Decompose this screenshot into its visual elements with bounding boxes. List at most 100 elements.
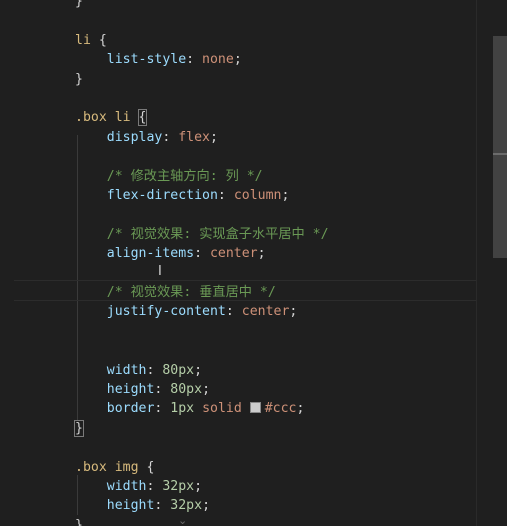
code-token: } xyxy=(75,517,83,526)
code-token: /* 视觉效果: 实现盒子水平居中 */ xyxy=(75,226,329,242)
code-token: column xyxy=(233,188,282,203)
code-token: } xyxy=(75,0,83,9)
code-line[interactable]: justify-content: center; xyxy=(0,302,476,321)
code-token: width xyxy=(75,362,147,378)
color-swatch-icon[interactable] xyxy=(249,402,261,414)
code-line[interactable]: width: 32px; xyxy=(0,477,476,496)
code-token: none xyxy=(202,52,234,68)
code-line-text: display: flex; xyxy=(75,128,218,147)
code-token: .box li xyxy=(75,110,139,126)
code-token: ; xyxy=(233,52,242,68)
code-token: ; xyxy=(210,129,218,145)
code-token: list-style xyxy=(75,52,187,68)
code-token: { xyxy=(137,109,148,127)
code-line-text: height: 32px; xyxy=(75,496,210,515)
vertical-scrollbar[interactable] xyxy=(476,0,507,526)
code-token: 32px xyxy=(162,479,195,494)
code-token: ; xyxy=(194,362,203,378)
code-token: ; xyxy=(281,188,290,203)
code-line[interactable]: } xyxy=(0,419,476,438)
code-line-text: /* 视觉效果: 实现盒子水平居中 */ xyxy=(75,225,329,244)
code-line[interactable] xyxy=(0,11,476,30)
overview-ruler-mark xyxy=(493,153,507,155)
code-line-text: width: 32px; xyxy=(75,477,202,496)
code-token: : xyxy=(162,129,179,145)
code-line[interactable]: width: 80px; xyxy=(0,361,476,380)
code-line[interactable]: align-items: center; xyxy=(0,244,476,263)
code-token: ; xyxy=(194,479,203,494)
code-line-text: border: 1px solid #ccc; xyxy=(75,399,305,418)
code-line-text: .box img { xyxy=(75,458,154,477)
code-line[interactable] xyxy=(0,438,476,457)
code-token: .box img xyxy=(75,459,147,475)
code-line-text: } xyxy=(75,516,83,526)
code-line-text: } xyxy=(75,70,83,89)
code-line[interactable] xyxy=(0,205,476,224)
code-token: : xyxy=(154,498,171,514)
code-line[interactable] xyxy=(0,147,476,166)
code-token: : xyxy=(146,479,163,494)
code-line-text: } xyxy=(74,419,84,438)
code-editor[interactable]: } li { list-style: none;} .box li { displa… xyxy=(0,0,507,526)
code-token: ; xyxy=(289,304,298,320)
code-line-text: height: 80px; xyxy=(75,380,210,399)
code-token: : xyxy=(154,401,171,417)
code-token: #ccc xyxy=(264,401,297,417)
code-line-text: align-items: center; xyxy=(75,244,266,263)
code-token: 1px xyxy=(170,401,203,417)
code-line[interactable] xyxy=(0,322,476,341)
code-token: { xyxy=(146,459,155,475)
code-line[interactable]: border: 1px solid #ccc; xyxy=(0,399,476,418)
code-line[interactable] xyxy=(0,89,476,108)
code-token: center xyxy=(241,304,290,320)
code-token: height xyxy=(75,498,155,514)
code-line[interactable]: /* 视觉效果: 垂直居中 */ xyxy=(0,283,476,302)
code-token: : xyxy=(146,362,163,378)
code-token: ; xyxy=(202,498,211,514)
code-line[interactable]: height: 32px; xyxy=(0,496,476,515)
code-line[interactable]: /* 视觉效果: 实现盒子水平居中 */ xyxy=(0,225,476,244)
code-line[interactable] xyxy=(0,341,476,360)
code-token: : xyxy=(225,304,242,320)
code-line[interactable]: height: 80px; xyxy=(0,380,476,399)
code-token: justify-content xyxy=(75,304,226,320)
code-token: align-items xyxy=(75,246,195,262)
code-token: height xyxy=(75,382,155,397)
scrollbar-thumb[interactable] xyxy=(493,36,507,258)
code-token: 80px xyxy=(170,382,203,397)
code-token: ; xyxy=(202,382,211,397)
code-token: 80px xyxy=(162,362,195,378)
code-line[interactable]: } xyxy=(0,516,476,526)
code-line-text: width: 80px; xyxy=(75,361,202,380)
chevron-down-icon: ⌄ xyxy=(178,514,188,526)
code-token: flex-direction xyxy=(75,188,218,203)
code-line[interactable]: .box li { xyxy=(0,108,476,127)
code-line-text: /* 修改主轴方向: 列 */ xyxy=(75,167,263,186)
code-line[interactable]: flex-direction: column; xyxy=(0,186,476,205)
code-token: 32px xyxy=(170,498,203,514)
code-token: border xyxy=(75,401,155,417)
code-line[interactable]: } xyxy=(0,0,476,11)
code-line[interactable]: li { xyxy=(0,31,476,50)
code-line[interactable]: /* 修改主轴方向: 列 */ xyxy=(0,167,476,186)
code-token: flex xyxy=(178,129,210,145)
code-token: solid xyxy=(202,401,250,417)
code-line[interactable] xyxy=(0,264,476,283)
code-line-text: justify-content: center; xyxy=(75,302,298,321)
code-line[interactable]: list-style: none; xyxy=(0,50,476,69)
text-cursor-icon: Ι xyxy=(158,264,162,279)
code-line[interactable]: } xyxy=(0,70,476,89)
code-line-text: flex-direction: column; xyxy=(75,186,290,205)
code-token: ; xyxy=(257,246,266,262)
code-token: } xyxy=(75,71,83,87)
code-token: ; xyxy=(296,401,305,417)
code-token: width xyxy=(75,479,147,494)
code-token: /* 视觉效果: 垂直居中 */ xyxy=(75,285,276,300)
code-token: /* 修改主轴方向: 列 */ xyxy=(75,168,263,184)
code-line-text: list-style: none; xyxy=(75,50,242,69)
code-line[interactable]: .box img { xyxy=(0,458,476,477)
code-token: : xyxy=(194,246,210,262)
code-line[interactable]: display: flex; xyxy=(0,128,476,147)
code-token: : xyxy=(154,382,171,397)
code-line-text: li { xyxy=(75,31,107,50)
